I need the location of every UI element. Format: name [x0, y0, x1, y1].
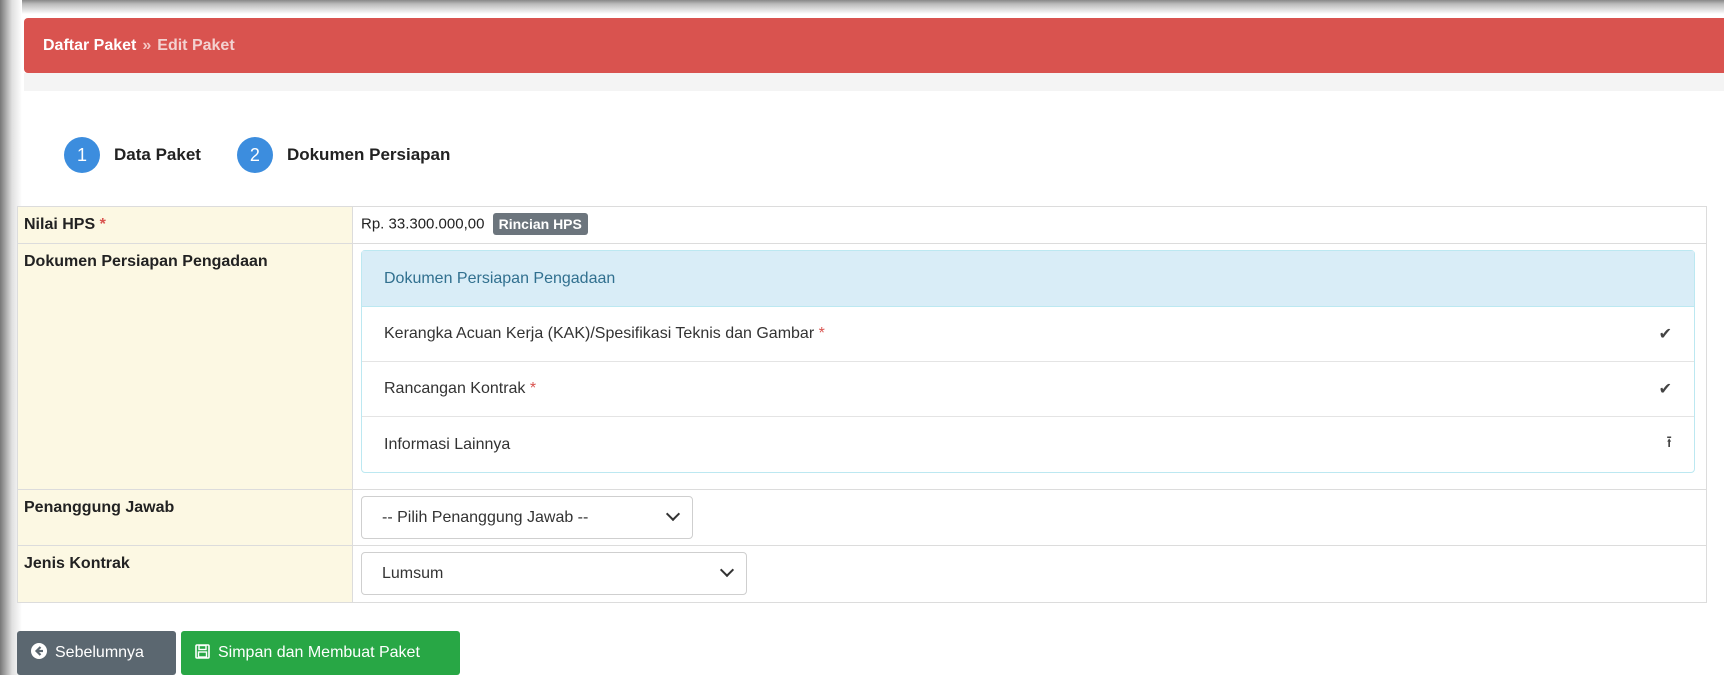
field-value-contract-type: Lumsum — [352, 545, 1707, 603]
select-value: -- Pilih Penanggung Jawab -- — [382, 508, 589, 526]
field-label-documents: Dokumen Persiapan Pengadaan — [17, 243, 353, 490]
floppy-disk-icon — [195, 643, 210, 663]
document-item-kak[interactable]: Kerangka Acuan Kerja (KAK)/Spesifikasi T… — [362, 307, 1694, 362]
hps-amount: Rp. 33.300.000,00 — [361, 215, 485, 233]
save-and-create-package-button[interactable]: Simpan dan Membuat Paket — [181, 631, 460, 675]
previous-button[interactable]: Sebelumnya — [17, 631, 176, 675]
required-mark: * — [818, 325, 825, 342]
top-shadow — [0, 0, 1724, 14]
breadcrumb-current: Edit Paket — [157, 36, 235, 54]
document-item-label: Rancangan Kontrak * — [384, 380, 536, 398]
document-name: Rancangan Kontrak — [384, 380, 526, 397]
check-icon: ✔ — [1658, 381, 1672, 398]
label-text: Penanggung Jawab — [24, 499, 175, 516]
field-value-documents: Dokumen Persiapan Pengadaan Kerangka Acu… — [352, 243, 1707, 490]
breadcrumb: Daftar Paket » Edit Paket — [24, 18, 1724, 73]
contract-type-select[interactable]: Lumsum — [361, 552, 747, 595]
document-item-informasi-lainnya[interactable]: Informasi Lainnya ⭱ — [362, 417, 1694, 472]
chevron-down-icon — [719, 562, 735, 578]
field-value-responsible: -- Pilih Penanggung Jawab -- — [352, 489, 1707, 546]
label-text: Dokumen Persiapan Pengadaan — [24, 253, 268, 270]
chevron-down-icon — [665, 506, 681, 522]
responsible-select[interactable]: -- Pilih Penanggung Jawab -- — [361, 496, 693, 539]
field-label-responsible: Penanggung Jawab — [17, 489, 353, 546]
window-frame: Daftar Paket » Edit Paket 1 Data Paket 2… — [0, 0, 1724, 675]
wizard-step-data-paket[interactable]: 1 Data Paket — [64, 137, 201, 173]
field-label-contract-type: Jenis Kontrak — [17, 545, 353, 603]
panel-heading: Dokumen Persiapan Pengadaan — [362, 251, 1694, 307]
wizard-step-dokumen-persiapan[interactable]: 2 Dokumen Persiapan — [236, 137, 451, 173]
form-row-contract-type: Jenis Kontrak Lumsum — [17, 545, 1707, 603]
rincian-hps-button[interactable]: Rincian HPS — [492, 213, 588, 235]
form-row-responsible: Penanggung Jawab -- Pilih Penanggung Jaw… — [17, 489, 1707, 546]
label-text: Nilai HPS — [24, 216, 96, 233]
form-row-documents: Dokumen Persiapan Pengadaan Dokumen Pers… — [17, 243, 1707, 490]
document-item-rancangan-kontrak[interactable]: Rancangan Kontrak * ✔ — [362, 362, 1694, 417]
check-icon: ✔ — [1658, 326, 1672, 343]
required-mark: * — [529, 380, 537, 397]
documents-panel: Dokumen Persiapan Pengadaan Kerangka Acu… — [361, 250, 1695, 473]
document-item-label: Kerangka Acuan Kerja (KAK)/Spesifikasi T… — [384, 325, 825, 343]
package-form-table: Nilai HPS * Rp. 33.300.000,00 Rincian HP… — [17, 206, 1707, 603]
wizard-steps: 1 Data Paket 2 Dokumen Persiapan — [64, 137, 486, 173]
breadcrumb-separator: » — [142, 36, 152, 54]
header-divider — [24, 73, 1724, 91]
upload-icon[interactable]: ⭱ — [1666, 431, 1672, 458]
step-label: Dokumen Persiapan — [286, 145, 451, 164]
field-value-hps: Rp. 33.300.000,00 Rincian HPS — [352, 206, 1707, 244]
required-mark: * — [99, 216, 106, 233]
document-name: Kerangka Acuan Kerja (KAK)/Spesifikasi T… — [384, 325, 815, 342]
arrow-left-circle-icon — [31, 643, 47, 663]
document-item-label: Informasi Lainnya — [384, 436, 510, 454]
select-value: Lumsum — [382, 564, 444, 582]
button-label: Simpan dan Membuat Paket — [218, 644, 420, 661]
step-number-badge: 1 — [64, 137, 100, 173]
document-name: Informasi Lainnya — [384, 435, 511, 453]
label-text: Jenis Kontrak — [24, 555, 130, 572]
form-row-hps: Nilai HPS * Rp. 33.300.000,00 Rincian HP… — [17, 206, 1707, 244]
step-number-badge: 2 — [236, 137, 273, 173]
field-label-hps: Nilai HPS * — [17, 206, 353, 244]
step-label: Data Paket — [114, 145, 201, 164]
button-label: Sebelumnya — [55, 644, 144, 661]
breadcrumb-link-daftar-paket[interactable]: Daftar Paket — [43, 37, 136, 55]
